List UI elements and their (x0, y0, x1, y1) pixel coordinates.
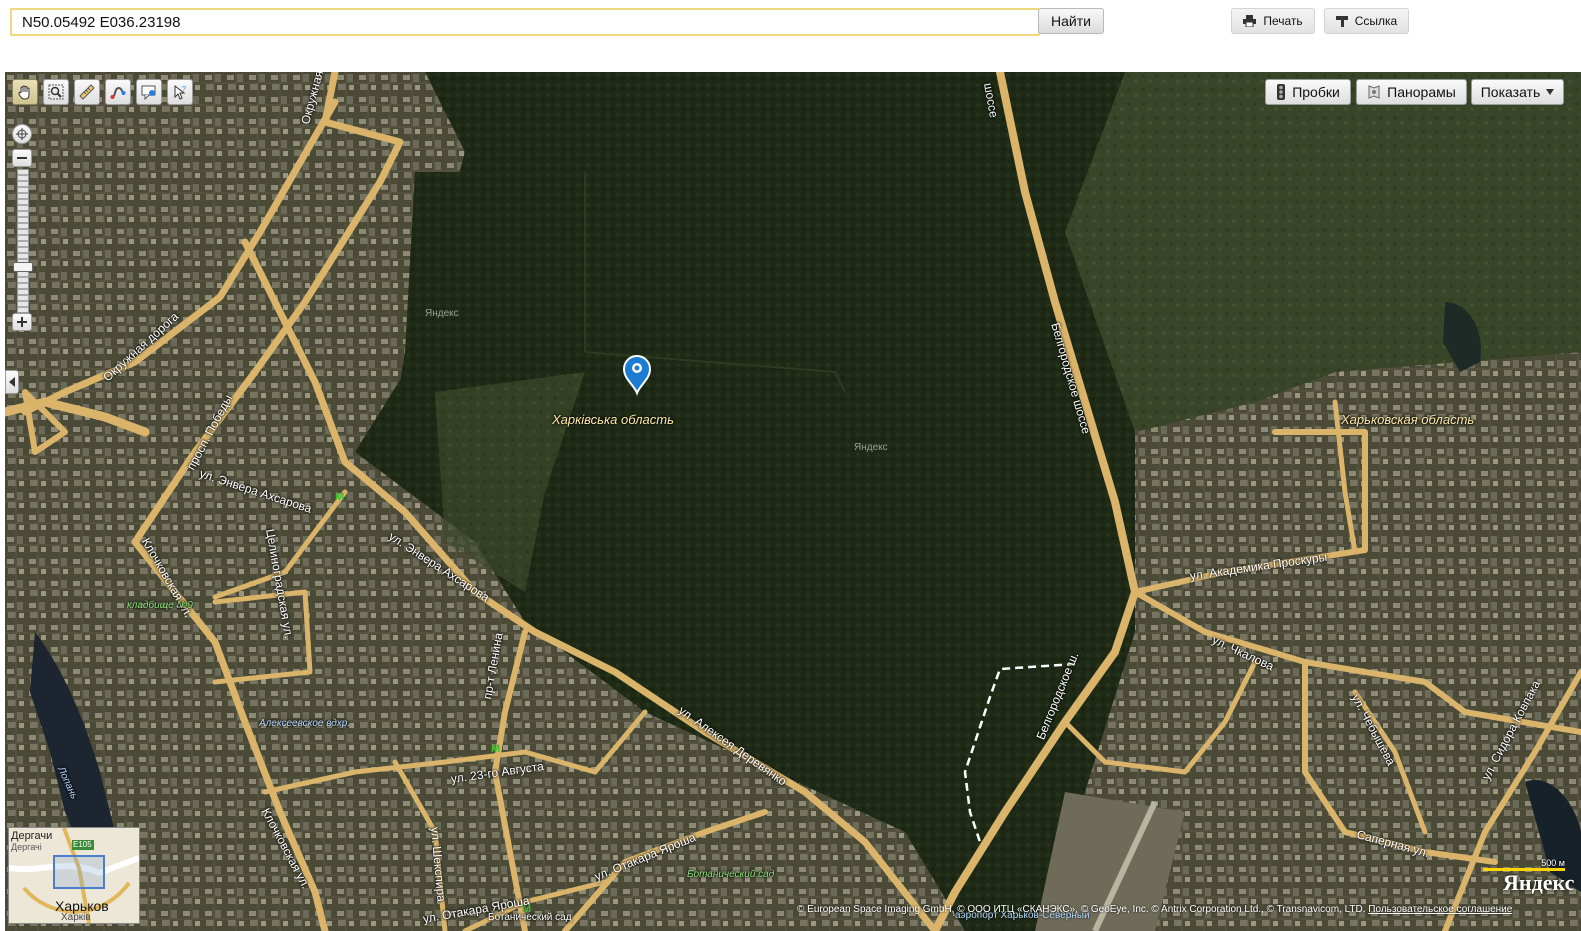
chevron-down-icon (1546, 89, 1555, 95)
locate-button[interactable] (12, 124, 32, 144)
ruler-tool-button[interactable] (74, 79, 100, 105)
metro-station-label: Ботанический сад (488, 912, 572, 923)
zoom-slider-handle[interactable] (13, 262, 33, 272)
svg-text:М: М (335, 491, 344, 503)
panorama-icon (1368, 85, 1380, 99)
show-layers-dropdown[interactable]: Показать (1471, 79, 1564, 105)
top-bar: Найти Печать Ссылка (0, 0, 1581, 72)
minus-icon (17, 157, 27, 159)
svg-text:М: М (491, 743, 500, 755)
copyright-text: © European Space Imaging GmbH, © ООО ИТЦ… (797, 904, 1512, 915)
pointer-help-icon: ? (174, 84, 186, 100)
print-label: Печать (1263, 14, 1303, 28)
minimap-city-ua-label: Харків (61, 912, 91, 923)
zoom-area-tool-button[interactable] (43, 79, 69, 105)
printer-icon (1243, 15, 1257, 27)
hand-tool-button[interactable] (12, 79, 38, 105)
feedback-icon (141, 85, 156, 100)
feedback-tool-button[interactable] (136, 79, 162, 105)
minimap-town-ua-label: Дергачі (11, 842, 42, 852)
watermark-label: Яндекс (854, 442, 888, 453)
copyright-label: © European Space Imaging GmbH, © ООО ИТЦ… (797, 904, 1366, 915)
park-label: Ботанический сад (687, 869, 775, 880)
collapse-panel-button[interactable] (5, 370, 19, 394)
chevron-left-icon (9, 377, 15, 387)
svg-text:?: ? (182, 86, 186, 93)
watermark-label: Яндекс (425, 308, 459, 319)
find-button[interactable]: Найти (1038, 8, 1104, 34)
print-button[interactable]: Печать (1231, 8, 1315, 34)
region-label: Харьковская область (1341, 412, 1475, 427)
yandex-logo: Яндекс (1503, 870, 1575, 895)
scale-label: 500 м (1541, 858, 1565, 868)
show-label: Показать (1480, 84, 1541, 100)
minimap-road-label: E105 (73, 840, 92, 849)
reservoir-label: Алексеевское вдхр. (259, 718, 351, 729)
info-pointer-tool-button[interactable]: ? (167, 79, 193, 105)
satellite-map[interactable]: М М М Окружная Окружная дорога просп. По… (5, 72, 1581, 931)
zoom-in-button[interactable] (12, 313, 32, 331)
terms-link[interactable]: Пользовательское соглашение (1368, 904, 1512, 915)
link-button[interactable]: Ссылка (1324, 8, 1409, 34)
ruler-icon (79, 84, 95, 100)
search-input[interactable] (10, 8, 1040, 36)
plus-icon (17, 317, 27, 327)
link-icon (1335, 16, 1348, 27)
minimap-town-label: Дергачи (11, 830, 53, 842)
zoom-slider-track[interactable] (17, 169, 29, 313)
link-label: Ссылка (1354, 14, 1398, 28)
region-label: Харківська область (552, 412, 674, 427)
satellite-imagery: М М М (5, 72, 1581, 931)
panoramas-button[interactable]: Панорамы (1356, 79, 1467, 105)
traffic-label: Пробки (1292, 84, 1340, 100)
traffic-button[interactable]: Пробки (1265, 79, 1351, 105)
panoramas-label: Панорамы (1387, 84, 1456, 100)
hand-icon (18, 85, 30, 100)
traffic-light-icon (1277, 84, 1286, 100)
magnifier-zoom-icon (48, 84, 64, 100)
overview-minimap[interactable]: Дергачи Дергачі E105 Харьков Харків (8, 827, 140, 924)
cemetery-label: кладбище №9 (127, 600, 193, 611)
route-tool-button[interactable] (105, 79, 131, 105)
crosshair-icon (16, 128, 28, 140)
zoom-out-button[interactable] (12, 149, 32, 167)
route-icon (110, 86, 126, 99)
